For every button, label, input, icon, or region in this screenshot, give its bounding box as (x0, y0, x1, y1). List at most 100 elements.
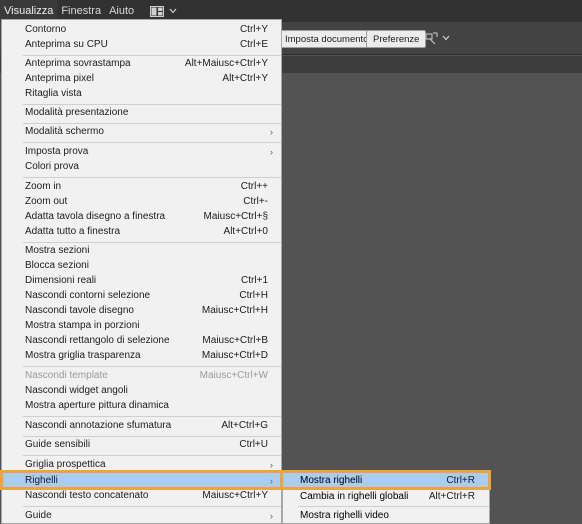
grid-layout-icon (150, 5, 165, 17)
chevron-right-icon: › (270, 510, 273, 521)
menu-item-nascondi-contorni[interactable]: Nascondi contorni selezione Ctrl+H (2, 288, 281, 303)
menu-item-imposta-prova[interactable]: Imposta prova › (2, 144, 281, 159)
menu-item-shortcut: Ctrl+Y (239, 24, 268, 35)
menu-item-label: Griglia prospettica (25, 459, 106, 470)
menu-item-shortcut: Alt+Ctrl+G (221, 420, 268, 431)
menu-item-label: Nascondi tavole disegno (25, 305, 134, 316)
menu-item-label: Zoom in (25, 181, 62, 192)
menu-item-shortcut: Ctrl+R (446, 475, 475, 486)
menu-item-label: Mostra righelli video (300, 510, 389, 521)
menu-item-shortcut: Ctrl+U (239, 439, 268, 450)
menu-item-label: Zoom out (25, 196, 68, 207)
arrange-documents-icon (425, 32, 438, 45)
menu-item-shortcut: Maiusc+Ctrl+W (199, 370, 268, 381)
menu-item-label: Mostra stampa in porzioni (25, 320, 140, 331)
menu-item-contorno[interactable]: Contorno Ctrl+Y (2, 22, 281, 37)
menu-separator (23, 506, 281, 507)
submenu-item-mostra-righelli-video[interactable]: Mostra righelli video (283, 508, 489, 523)
menu-item-modalita-presentazione[interactable]: Modalità presentazione (2, 105, 281, 120)
menu-item-label: Righelli (25, 475, 58, 486)
import-document-button[interactable]: Imposta documento (278, 30, 376, 48)
menu-item-guide[interactable]: Guide › (2, 508, 281, 523)
menu-item-modalita-schermo[interactable]: Modalità schermo › (2, 124, 281, 139)
menu-item-mostra-stampa[interactable]: Mostra stampa in porzioni (2, 318, 281, 333)
menu-item-nascondi-widget[interactable]: Nascondi widget angoli (2, 383, 281, 398)
menu-item-shortcut: Maiusc+Ctrl+Y (202, 490, 268, 501)
menu-item-adatta-tavola[interactable]: Adatta tavola disegno a finestra Maiusc+… (2, 209, 281, 224)
menu-item-nascondi-testo-concatenato[interactable]: Nascondi testo concatenato Maiusc+Ctrl+Y (2, 488, 281, 503)
menu-item-zoom-in[interactable]: Zoom in Ctrl++ (2, 179, 281, 194)
menu-item-label: Nascondi widget angoli (25, 385, 128, 396)
menu-item-shortcut: Maiusc+Ctrl+§ (203, 211, 268, 222)
preferences-button[interactable]: Preferenze (366, 30, 427, 48)
menu-item-shortcut: Alt+Ctrl+Y (222, 73, 268, 84)
menu-item-label: Ritaglia vista (25, 88, 82, 99)
menu-separator (23, 177, 281, 178)
menu-item-label: Adatta tavola disegno a finestra (25, 211, 166, 222)
menu-item-nascondi-tavole[interactable]: Nascondi tavole disegno Maiusc+Ctrl+H (2, 303, 281, 318)
menu-item-label: Dimensioni reali (25, 275, 97, 286)
menu-item-zoom-out[interactable]: Zoom out Ctrl+- (2, 194, 281, 209)
menu-item-ritaglia-vista[interactable]: Ritaglia vista (2, 86, 281, 101)
menu-item-shortcut: Alt+Ctrl+R (428, 491, 475, 502)
menu-item-mostra-aperture[interactable]: Mostra aperture pittura dinamica (2, 398, 281, 413)
menu-item-label: Adatta tutto a finestra (25, 226, 121, 237)
menu-item-label: Modalità presentazione (25, 107, 129, 118)
menu-item-anteprima-sovrastampa[interactable]: Anteprima sovrastampa Alt+Maiusc+Ctrl+Y (2, 56, 281, 71)
submenu-item-cambia-righelli[interactable]: Cambia in righelli globali Alt+Ctrl+R (283, 489, 489, 504)
arrange-documents-button[interactable] (425, 31, 450, 45)
chevron-right-icon: › (270, 475, 273, 486)
menu-item-shortcut: Ctrl+- (243, 196, 268, 207)
menu-item-label: Anteprima pixel (25, 73, 94, 84)
menu-separator (23, 416, 281, 417)
menu-item-label: Mostra righelli (300, 475, 363, 486)
menu-item-nascondi-rettangolo[interactable]: Nascondi rettangolo di selezione Maiusc+… (2, 333, 281, 348)
menu-item-label: Nascondi template (25, 370, 108, 381)
menu-item-mostra-griglia-trasparenza[interactable]: Mostra griglia trasparenza Maiusc+Ctrl+D (2, 348, 281, 363)
menu-separator (23, 455, 281, 456)
menu-item-shortcut: Maiusc+Ctrl+D (201, 350, 268, 361)
menu-item-label: Nascondi contorni selezione (25, 290, 151, 301)
menu-item-mostra-sezioni[interactable]: Mostra sezioni (2, 243, 281, 258)
menu-item-shortcut: Alt+Ctrl+0 (223, 226, 268, 237)
menu-item-label: Colori prova (25, 161, 79, 172)
menu-item-guide-sensibili[interactable]: Guide sensibili Ctrl+U (2, 437, 281, 452)
chevron-down-icon (169, 8, 177, 14)
workspace-switcher[interactable] (150, 5, 177, 17)
menu-item-righelli[interactable]: Righelli › (2, 473, 281, 488)
menu-item-label: Nascondi testo concatenato (25, 490, 149, 501)
menu-item-label: Mostra griglia trasparenza (25, 350, 141, 361)
menu-item-label: Cambia in righelli globali (300, 491, 409, 502)
menu-item-nascondi-annotazione[interactable]: Nascondi annotazione sfumatura Alt+Ctrl+… (2, 418, 281, 433)
menu-item-colori-prova[interactable]: Colori prova (2, 159, 281, 174)
menu-item-shortcut: Ctrl+1 (241, 275, 268, 286)
righelli-submenu: Mostra righelli Ctrl+R Cambia in righell… (282, 470, 490, 524)
menu-item-nascondi-template: Nascondi template Maiusc+Ctrl+W (2, 368, 281, 383)
menu-item-shortcut: Maiusc+Ctrl+H (201, 305, 268, 316)
menu-item-label: Nascondi rettangolo di selezione (25, 335, 170, 346)
menu-separator (23, 142, 281, 143)
menu-item-shortcut: Ctrl+H (239, 290, 268, 301)
menu-item-label: Mostra aperture pittura dinamica (25, 400, 169, 411)
menu-item-label: Contorno (25, 24, 67, 35)
chevron-right-icon: › (270, 459, 273, 470)
menu-item-label: Guide (25, 510, 52, 521)
menu-separator (298, 506, 489, 507)
menu-item-label: Modalità schermo (25, 126, 104, 137)
menu-item-blocca-sezioni[interactable]: Blocca sezioni (2, 258, 281, 273)
menu-item-griglia-prospettica[interactable]: Griglia prospettica › (2, 457, 281, 472)
menu-item-anteprima-pixel[interactable]: Anteprima pixel Alt+Ctrl+Y (2, 71, 281, 86)
chevron-right-icon: › (270, 146, 273, 157)
menu-item-anteprima-cpu[interactable]: Anteprima su CPU Ctrl+E (2, 37, 281, 52)
chevron-down-icon (442, 35, 450, 41)
menu-item-shortcut: Maiusc+Ctrl+B (202, 335, 268, 346)
menu-item-dimensioni-reali[interactable]: Dimensioni reali Ctrl+1 (2, 273, 281, 288)
menu-item-adatta-tutto[interactable]: Adatta tutto a finestra Alt+Ctrl+0 (2, 224, 281, 239)
menu-item-shortcut: Ctrl++ (240, 181, 268, 192)
menu-item-label: Nascondi annotazione sfumatura (25, 420, 172, 431)
menu-item-label: Anteprima sovrastampa (25, 58, 131, 69)
submenu-item-mostra-righelli[interactable]: Mostra righelli Ctrl+R (283, 473, 489, 488)
menu-item-shortcut: Alt+Maiusc+Ctrl+Y (184, 58, 268, 69)
menu-item-shortcut: Ctrl+E (239, 39, 268, 50)
menu-item-label: Imposta prova (25, 146, 89, 157)
